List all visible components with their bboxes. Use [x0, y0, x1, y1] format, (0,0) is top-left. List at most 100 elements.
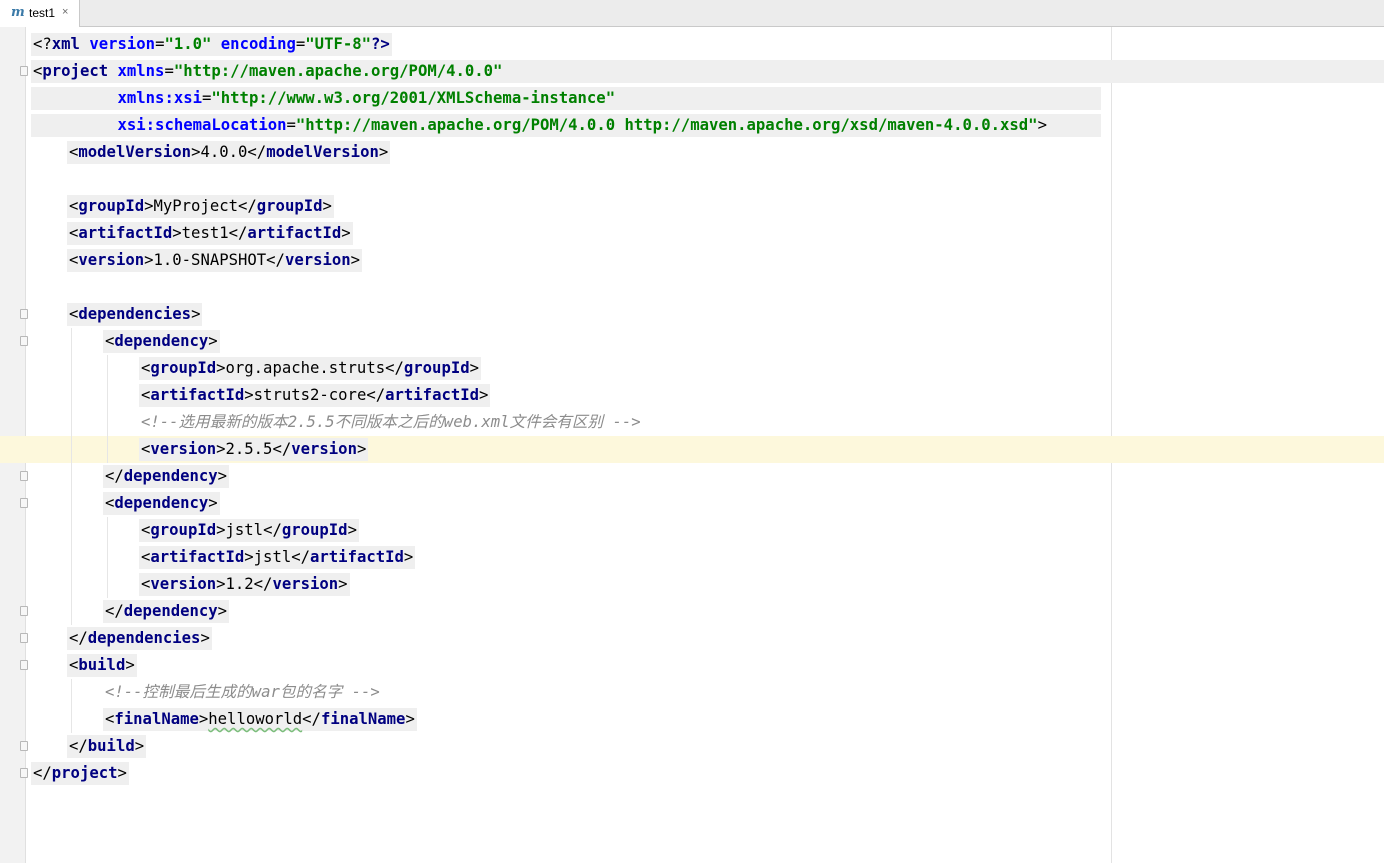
tag-bracket: </ [33, 764, 52, 782]
tag-name: artifactId [247, 224, 342, 242]
tag-bracket: > [378, 143, 389, 161]
tag-name: artifactId [385, 386, 480, 404]
maven-m-icon: m [11, 5, 25, 20]
code-text: <groupId>org.apache.struts</groupId> [141, 359, 479, 378]
code-line[interactable]: <!--选用最新的版本2.5.5不同版本之后的web.xml文件会有区别 --> [0, 409, 1384, 436]
fold-marker-icon[interactable] [20, 606, 28, 616]
xml-comment: <!--控制最后生成的war包的名字 --> [105, 683, 380, 701]
fold-marker-icon[interactable] [20, 66, 28, 76]
indent-guide [71, 517, 72, 544]
code-line[interactable]: <artifactId>jstl</artifactId> [0, 544, 1384, 571]
tag-bracket: < [141, 548, 151, 566]
code-line[interactable]: <dependency> [0, 328, 1384, 355]
tag-bracket: </ [385, 359, 404, 377]
code-text: <dependencies> [69, 305, 200, 324]
fold-marker-icon[interactable] [20, 336, 28, 346]
tag-bracket: < [141, 521, 151, 539]
attr-value: "1.0" [164, 35, 212, 53]
element-text: 4.0.0 [200, 143, 248, 161]
code-line[interactable] [0, 274, 1384, 301]
code-line[interactable]: xsi:schemaLocation="http://maven.apache.… [0, 112, 1384, 139]
tag-bracket: </ [253, 575, 273, 593]
fold-marker-icon[interactable] [20, 633, 28, 643]
code-line[interactable]: <version>1.0-SNAPSHOT</version> [0, 247, 1384, 274]
tag-bracket: </ [238, 197, 257, 215]
tag-name: groupId [281, 521, 348, 539]
attr-value: "http://maven.apache.org/POM/4.0.0 http:… [295, 116, 1038, 134]
code-line[interactable]: <modelVersion>4.0.0</modelVersion> [0, 139, 1384, 166]
element-text: MyProject [153, 197, 239, 215]
element-text: struts2-core [253, 386, 367, 404]
tag-bracket: > [200, 629, 210, 647]
tag-bracket: < [105, 494, 115, 512]
editor-tab-bar: m test1 × [0, 0, 1384, 27]
code-line[interactable]: <!--控制最后生成的war包的名字 --> [0, 679, 1384, 706]
tag-bracket: </ [302, 710, 321, 728]
code-line[interactable]: <version>2.5.5</version> [0, 436, 1384, 463]
code-line[interactable]: <groupId>MyProject</groupId> [0, 193, 1384, 220]
code-line[interactable]: <dependency> [0, 490, 1384, 517]
element-text: org.apache.struts [225, 359, 386, 377]
indent-guide [107, 382, 108, 409]
element-text: test1 [181, 224, 229, 242]
tag-bracket: > [479, 386, 489, 404]
tag-name: build [87, 737, 135, 755]
code-line[interactable]: </project> [0, 760, 1384, 787]
code-line[interactable]: <dependencies> [0, 301, 1384, 328]
fold-marker-icon[interactable] [20, 309, 28, 319]
tag-bracket: > [208, 494, 218, 512]
tag-name: finalName [320, 710, 406, 728]
tab-test1[interactable]: m test1 × [0, 0, 80, 27]
code-text: <modelVersion>4.0.0</modelVersion> [69, 143, 388, 162]
code-line[interactable]: <project xmlns="http://maven.apache.org/… [0, 58, 1384, 85]
code-line[interactable]: <artifactId>struts2-core</artifactId> [0, 382, 1384, 409]
fold-marker-icon[interactable] [20, 741, 28, 751]
element-text: jstl [253, 548, 292, 566]
attr-name: version [89, 35, 156, 53]
tag-bracket: < [69, 305, 79, 323]
tag-name: dependencies [78, 305, 192, 323]
code-text: <build> [69, 656, 135, 675]
code-line[interactable]: <?xml version="1.0" encoding="UTF-8"?> [0, 31, 1384, 58]
indent-guide [107, 571, 108, 598]
tag-name: modelVersion [266, 143, 379, 161]
fold-marker-icon[interactable] [20, 471, 28, 481]
code-line[interactable] [0, 166, 1384, 193]
tag-name: dependency [123, 602, 218, 620]
tag-bracket: < [141, 359, 151, 377]
code-line[interactable]: </dependency> [0, 598, 1384, 625]
code-line[interactable]: <finalName>helloworld</finalName> [0, 706, 1384, 733]
code-line[interactable]: </dependency> [0, 463, 1384, 490]
code-line[interactable]: </dependencies> [0, 625, 1384, 652]
attr-value: "http://maven.apache.org/POM/4.0.0" [173, 62, 503, 80]
fold-marker-icon[interactable] [20, 498, 28, 508]
tag-bracket: </ [105, 467, 124, 485]
fold-marker-icon[interactable] [20, 660, 28, 670]
tag-name: modelVersion [78, 143, 192, 161]
code-text: </dependency> [105, 467, 227, 486]
tag-bracket: > [216, 521, 226, 539]
tag-bracket: < [69, 656, 79, 674]
code-line[interactable]: <groupId>org.apache.struts</groupId> [0, 355, 1384, 382]
fold-marker-icon[interactable] [20, 768, 28, 778]
tag-bracket: > [134, 737, 145, 755]
tag-bracket: </ [266, 251, 285, 269]
code-line[interactable]: <version>1.2</version> [0, 571, 1384, 598]
code-text: xmlns:xsi="http://www.w3.org/2001/XMLSch… [33, 89, 616, 108]
tag-name: groupId [256, 197, 323, 215]
attr-space [33, 116, 118, 134]
attr-name: xmlns:xsi [117, 89, 203, 107]
code-line[interactable]: <artifactId>test1</artifactId> [0, 220, 1384, 247]
tag-name: version [150, 575, 217, 593]
code-line[interactable]: <build> [0, 652, 1384, 679]
attr-name: xmlns [117, 62, 165, 80]
code-line[interactable]: </build> [0, 733, 1384, 760]
attr-eq: = [164, 62, 174, 80]
code-line[interactable]: xmlns:xsi="http://www.w3.org/2001/XMLSch… [0, 85, 1384, 112]
code-line[interactable]: <groupId>jstl</groupId> [0, 517, 1384, 544]
tag-bracket: > [191, 305, 201, 323]
code-text: <project xmlns="http://maven.apache.org/… [33, 62, 502, 81]
attr-value: "http://www.w3.org/2001/XMLSchema-instan… [211, 89, 616, 107]
code-text: </project> [33, 764, 127, 783]
close-icon[interactable]: × [62, 6, 68, 18]
